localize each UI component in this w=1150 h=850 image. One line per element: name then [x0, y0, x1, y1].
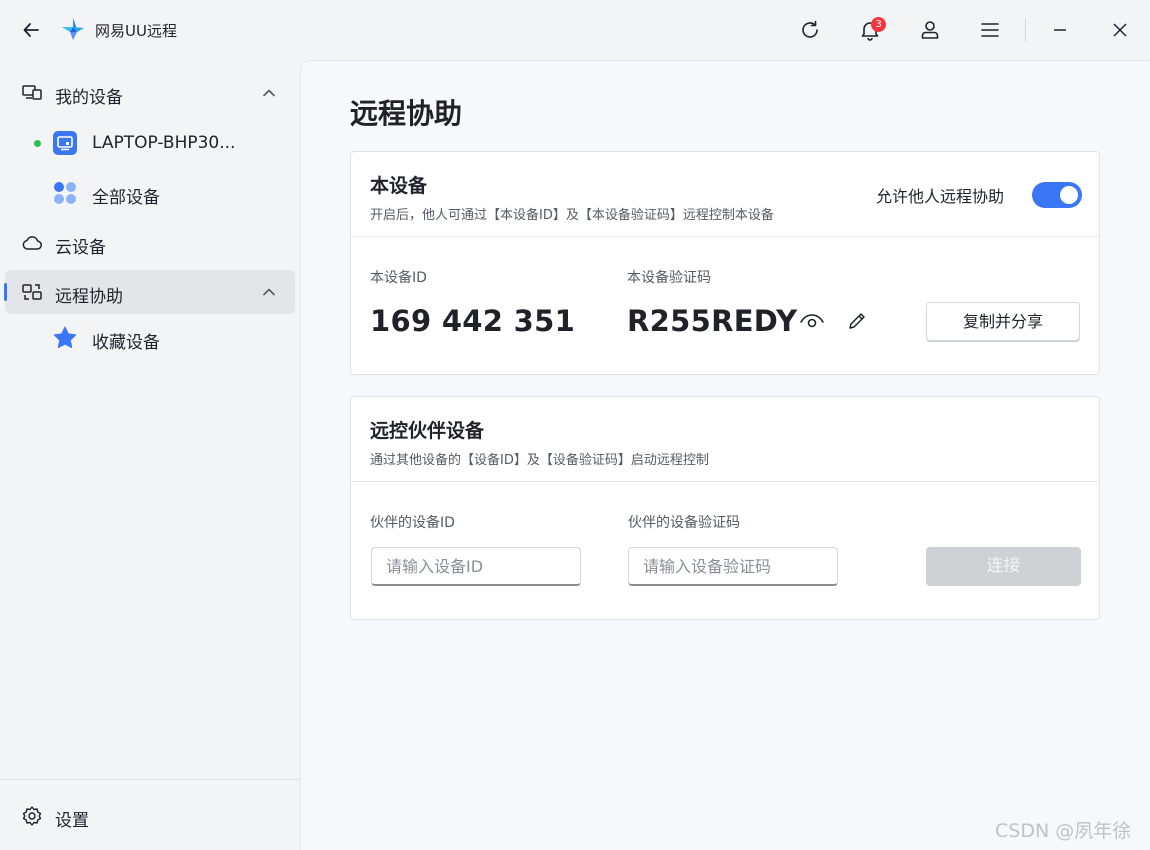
card-header: 远控伙伴设备 通过其他设备的【设备ID】及【设备验证码】启动远程控制: [351, 397, 1099, 482]
allow-remote-label: 允许他人远程协助: [876, 187, 1005, 206]
partner-id-input[interactable]: [371, 547, 581, 586]
back-arrow-icon[interactable]: [19, 18, 43, 42]
active-indicator: [4, 283, 7, 301]
card-description: 开启后，他人可通过【本设备ID】及【本设备验证码】远程控制本设备: [370, 208, 774, 223]
watermark-text: CSDN @夙年徐: [995, 820, 1132, 842]
sidebar-item-settings[interactable]: 设置: [5, 794, 295, 838]
sidebar-item-all-devices[interactable]: 全部设备: [5, 171, 295, 215]
allow-remote-toggle[interactable]: [1032, 182, 1082, 208]
cloud-icon: [21, 232, 43, 254]
notification-bell-icon[interactable]: 3: [855, 15, 886, 45]
chevron-up-icon[interactable]: [261, 85, 277, 101]
device-code-value: R255REDY: [627, 304, 798, 338]
notification-badge: 3: [871, 17, 886, 32]
sidebar-item-label: 全部设备: [92, 188, 160, 208]
copy-share-button[interactable]: 复制并分享: [926, 302, 1080, 341]
hamburger-menu-icon[interactable]: [975, 15, 1005, 45]
title-bar: 网易UU远程 3: [0, 0, 1150, 60]
partner-device-card: 远控伙伴设备 通过其他设备的【设备ID】及【设备验证码】启动远程控制 伙伴的设备…: [350, 396, 1100, 620]
sidebar-item-cloud-devices[interactable]: 云设备: [5, 221, 295, 265]
sidebar-item-label: 远程协助: [55, 287, 123, 307]
star-icon: [52, 325, 78, 351]
remote-assist-icon: [21, 281, 43, 303]
sidebar-item-label: LAPTOP-BHP30...: [92, 133, 236, 153]
toggle-knob: [1060, 186, 1078, 204]
connect-button[interactable]: 连接: [926, 547, 1081, 586]
device-id-label: 本设备ID: [370, 270, 427, 286]
devices-icon: [21, 82, 43, 104]
partner-code-input[interactable]: [628, 547, 838, 586]
gear-icon: [21, 805, 43, 827]
card-description: 通过其他设备的【设备ID】及【设备验证码】启动远程控制: [370, 453, 709, 468]
sidebar-item-label: 我的设备: [55, 88, 123, 108]
sidebar-item-label: 设置: [55, 811, 89, 831]
sidebar-item-favorites[interactable]: 收藏设备: [5, 316, 295, 360]
edit-pencil-icon[interactable]: [843, 307, 871, 335]
sidebar-divider: [0, 779, 300, 780]
refresh-icon[interactable]: [795, 15, 825, 45]
close-icon[interactable]: [1105, 15, 1135, 45]
card-title: 远控伙伴设备: [370, 420, 485, 442]
sidebar: 我的设备 LAPTOP-BHP30... 全部设备 云设备 远程协助 收藏设备 …: [0, 60, 300, 850]
partner-id-label: 伙伴的设备ID: [370, 515, 455, 531]
app-logo-icon: [60, 16, 86, 42]
eye-icon[interactable]: [798, 307, 826, 335]
this-device-card: 本设备 开启后，他人可通过【本设备ID】及【本设备验证码】远程控制本设备 允许他…: [350, 151, 1100, 375]
main-panel: 远程协助 本设备 开启后，他人可通过【本设备ID】及【本设备验证码】远程控制本设…: [300, 60, 1150, 850]
online-status-dot: [34, 140, 41, 147]
minimize-icon[interactable]: [1045, 15, 1075, 45]
app-title: 网易UU远程: [95, 22, 177, 40]
titlebar-divider: [1025, 18, 1026, 42]
device-code-label: 本设备验证码: [627, 270, 711, 286]
device-id-value: 169 442 351: [370, 304, 576, 338]
sidebar-item-laptop[interactable]: LAPTOP-BHP30...: [5, 121, 295, 165]
page-title: 远程协助: [350, 97, 463, 130]
card-header: 本设备 开启后，他人可通过【本设备ID】及【本设备验证码】远程控制本设备 允许他…: [351, 152, 1099, 237]
card-title: 本设备: [370, 175, 428, 197]
computer-icon: [52, 130, 78, 156]
sidebar-item-label: 收藏设备: [92, 333, 160, 353]
grid-dots-icon: [52, 180, 78, 206]
partner-code-label: 伙伴的设备验证码: [628, 515, 740, 531]
user-account-icon[interactable]: [915, 15, 945, 45]
sidebar-item-label: 云设备: [55, 238, 106, 258]
sidebar-item-my-devices[interactable]: 我的设备: [5, 71, 295, 115]
sidebar-item-remote-assist[interactable]: 远程协助: [4, 270, 295, 314]
chevron-up-icon[interactable]: [261, 284, 277, 300]
